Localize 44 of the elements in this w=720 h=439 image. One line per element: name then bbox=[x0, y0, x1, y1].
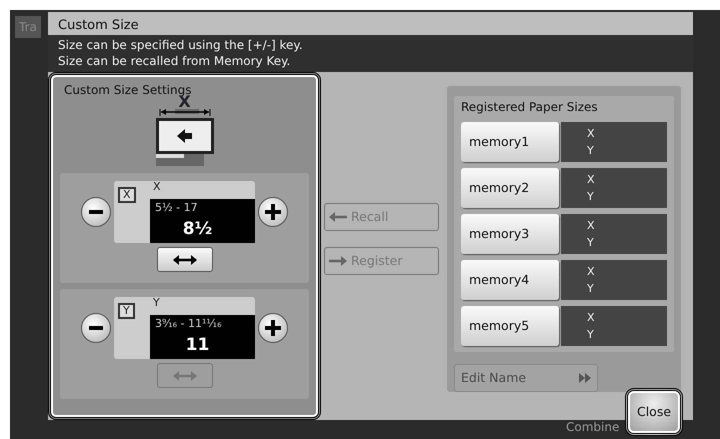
dimension-icon: X bbox=[118, 187, 136, 203]
close-button[interactable]: Close bbox=[625, 388, 683, 436]
size-label: Y bbox=[587, 143, 595, 159]
size-label: X bbox=[587, 264, 596, 280]
plus-button[interactable] bbox=[258, 313, 288, 343]
menu-label: Combine bbox=[566, 419, 620, 436]
paper-feed-drawing bbox=[154, 109, 214, 167]
double-arrow-icon bbox=[172, 370, 198, 382]
memory-button[interactable]: memory2 bbox=[461, 168, 559, 208]
left-arrow-icon bbox=[329, 211, 347, 223]
memory-button[interactable]: memory1 bbox=[461, 122, 559, 162]
dialog-title: Custom Size bbox=[48, 12, 693, 35]
plus-icon bbox=[264, 203, 282, 221]
size-label: X bbox=[587, 218, 596, 234]
size-label: X bbox=[587, 310, 596, 326]
right-arrow-icon bbox=[329, 255, 347, 267]
double-chevron-icon bbox=[579, 373, 591, 383]
minus-button[interactable] bbox=[81, 313, 111, 343]
plus-button[interactable] bbox=[258, 197, 288, 227]
size-value: 8½ bbox=[182, 218, 214, 240]
size-label: Y bbox=[587, 189, 595, 205]
dimension-icon: Y bbox=[118, 303, 135, 319]
memory-button[interactable]: memory5 bbox=[461, 306, 559, 346]
panel-title: Registered Paper Sizes bbox=[461, 99, 599, 116]
plus-icon bbox=[264, 319, 282, 337]
size-value: 11 bbox=[184, 334, 210, 356]
dimension-name: Y bbox=[153, 295, 160, 311]
size-label: X bbox=[587, 172, 596, 188]
size-label: Y bbox=[587, 327, 595, 343]
dimension-name: X bbox=[153, 179, 161, 195]
minus-button[interactable] bbox=[81, 197, 111, 227]
size-label: Y bbox=[587, 235, 595, 251]
size-label: X bbox=[587, 126, 596, 142]
memory-button[interactable]: memory4 bbox=[461, 260, 559, 300]
size-label: Y bbox=[587, 281, 595, 297]
panel-title: Custom Size Settings bbox=[64, 82, 192, 97]
range-text: 5½ - 17 bbox=[155, 200, 199, 216]
swap-button[interactable] bbox=[156, 247, 212, 272]
range-text: 3⁹⁄₁₆ - 11¹¹⁄₁₆ bbox=[155, 316, 222, 332]
memory-button[interactable]: memory3 bbox=[461, 214, 559, 254]
double-arrow-icon bbox=[172, 254, 198, 266]
message-text: Size can be specified using the [+/-] key. bbox=[58, 37, 304, 53]
message-text: Size can be recalled from Memory Key. bbox=[58, 53, 292, 69]
dimension-label: X bbox=[178, 95, 191, 109]
